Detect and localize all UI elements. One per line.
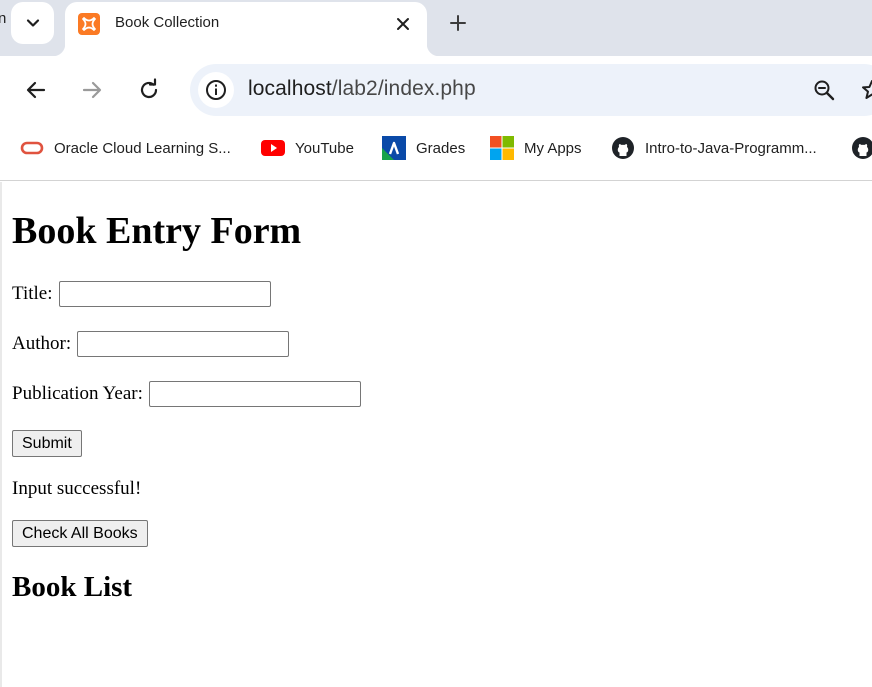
submit-button[interactable]: Submit — [12, 430, 82, 457]
title-label: Title: — [12, 283, 53, 304]
github-icon — [611, 136, 635, 160]
arrow-left-icon — [26, 81, 46, 99]
active-tab[interactable]: Book Collection — [53, 2, 439, 56]
bookmark-github-partial[interactable] — [851, 134, 872, 162]
url-host: localhost — [248, 77, 332, 100]
publication-year-input[interactable] — [148, 381, 361, 407]
bookmark-label: Intro-to-Java-Programm... — [645, 139, 817, 157]
book-list-heading: Book List — [12, 571, 133, 603]
bookmark-star-button[interactable] — [858, 76, 872, 104]
zoom-button[interactable] — [810, 76, 838, 104]
bookmark-grades[interactable]: Grades — [382, 134, 465, 162]
bookmark-label: My Apps — [524, 139, 582, 157]
close-icon — [397, 18, 409, 30]
bookmarks-bar: Oracle Cloud Learning S... YouTube Grade… — [0, 124, 872, 181]
bookmark-label: Oracle Cloud Learning S... — [54, 139, 231, 157]
title-row: Title: — [12, 281, 271, 307]
check-all-books-button[interactable]: Check All Books — [12, 520, 148, 547]
author-row: Author: — [12, 331, 290, 357]
grades-icon — [382, 136, 406, 160]
back-button[interactable] — [22, 76, 50, 104]
xampp-favicon-icon — [78, 13, 100, 35]
year-label: Publication Year: — [12, 383, 143, 404]
tab-title: Book Collection — [115, 14, 220, 31]
address-bar[interactable]: localhost/lab2/index.php — [190, 64, 872, 116]
reload-icon — [140, 78, 158, 99]
author-input[interactable] — [77, 331, 290, 357]
bookmark-intro-java[interactable]: Intro-to-Java-Programm... — [611, 134, 817, 162]
page-title: Book Entry Form — [12, 210, 302, 252]
oracle-icon — [20, 136, 44, 160]
year-row: Publication Year: — [12, 381, 361, 407]
browser-toolbar: localhost/lab2/index.php — [0, 56, 872, 124]
tab-strip: n Book Collection — [0, 0, 872, 56]
bookmark-label: Grades — [416, 139, 466, 157]
tab-search-button[interactable] — [11, 2, 54, 44]
site-info-button[interactable] — [198, 72, 234, 108]
author-label: Author: — [12, 333, 72, 354]
microsoft-apps-icon — [490, 136, 514, 160]
window-edge — [0, 182, 2, 687]
url-text: localhost/lab2/index.php — [248, 77, 476, 101]
new-tab-button[interactable] — [444, 9, 472, 37]
status-message: Input successful! — [12, 478, 142, 499]
info-icon — [206, 80, 226, 100]
zoom-out-icon — [814, 80, 835, 101]
title-input[interactable] — [58, 281, 271, 307]
arrow-right-icon — [82, 81, 102, 99]
bookmark-label: YouTube — [295, 139, 354, 157]
plus-icon — [450, 15, 466, 31]
reload-button[interactable] — [135, 76, 163, 104]
chevron-down-icon — [26, 19, 39, 27]
bookmark-youtube[interactable]: YouTube — [261, 134, 354, 162]
tab-close-button[interactable] — [391, 12, 415, 36]
star-icon — [862, 80, 872, 99]
bookmark-oracle[interactable]: Oracle Cloud Learning S... — [20, 134, 231, 162]
url-path: /lab2/index.php — [331, 77, 476, 100]
bookmark-my-apps[interactable]: My Apps — [490, 134, 582, 162]
youtube-icon — [261, 136, 285, 160]
github-icon — [851, 136, 872, 160]
offscreen-window-fragment: n — [0, 10, 7, 27]
page-content: Book Entry Form Title: Author: Publicati… — [0, 182, 872, 687]
forward-button[interactable] — [78, 76, 106, 104]
